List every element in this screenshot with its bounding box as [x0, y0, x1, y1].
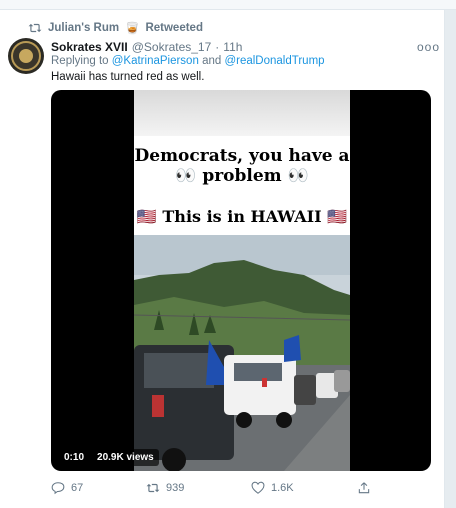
reply-button[interactable]: 67 [51, 481, 83, 495]
user-handle[interactable]: @Sokrates_17 [132, 40, 212, 54]
retweet-icon [28, 23, 42, 33]
video-scene-image [134, 235, 350, 471]
video-caption-panel: Democrats, you have a 👀 problem 👀 🇺🇸 Thi… [134, 90, 350, 235]
video-view-count: 20.9K views [92, 449, 159, 466]
video-duration: 0:10 [59, 449, 90, 466]
share-button[interactable] [357, 481, 371, 495]
video-caption-line2: 👀 problem 👀 [175, 166, 309, 186]
retweeter-name[interactable]: Julian's Rum [48, 22, 119, 34]
tweet-actions: 67 939 1.6K [51, 481, 431, 497]
video-top-band [134, 90, 350, 136]
retweet-context: Julian's Rum 🥃 Retweeted [28, 20, 203, 36]
retweet-count: 939 [166, 482, 185, 494]
avatar-seal-center [19, 49, 33, 63]
reply-count: 67 [71, 482, 84, 494]
heart-icon [251, 481, 265, 494]
retweeted-label: Retweeted [145, 22, 203, 34]
video-player[interactable]: Democrats, you have a 👀 problem 👀 🇺🇸 Thi… [51, 90, 431, 471]
tweet-header: Sokrates XVII @Sokrates_17 · 11h [51, 40, 242, 54]
reply-mention-katrinapierson[interactable]: @KatrinaPierson [112, 55, 199, 67]
display-name[interactable]: Sokrates XVII [51, 40, 128, 54]
tweet-card[interactable]: Julian's Rum 🥃 Retweeted Sokrates XVII @… [0, 10, 445, 508]
video-stats: 0:10 20.9K views [59, 449, 159, 466]
timeline-background: Julian's Rum 🥃 Retweeted Sokrates XVII @… [0, 0, 456, 508]
like-count: 1.6K [271, 482, 294, 494]
reply-and-label: and [202, 55, 222, 67]
avatar[interactable] [8, 38, 44, 74]
like-button[interactable]: 1.6K [251, 481, 294, 495]
share-icon [358, 482, 370, 494]
retweet-button[interactable]: 939 [146, 481, 184, 495]
video-caption-line1: Democrats, you have a [134, 146, 350, 166]
timestamp[interactable]: 11h [223, 40, 242, 54]
previous-tweet-edge [0, 0, 456, 10]
replying-to-label: Replying to [51, 55, 109, 67]
tweet-text: Hawaii has turned red as well. [51, 71, 205, 83]
replying-to: Replying to @KatrinaPierson and @realDon… [51, 55, 325, 67]
reply-mention-realdonaldtrump[interactable]: @realDonaldTrump [224, 55, 324, 67]
more-options-icon[interactable]: ooo [417, 40, 440, 54]
video-caption-line3: 🇺🇸 This is in HAWAII 🇺🇸 [136, 207, 348, 226]
video-frame[interactable]: Democrats, you have a 👀 problem 👀 🇺🇸 Thi… [134, 90, 350, 471]
reply-icon [51, 482, 65, 495]
drink-emoji: 🥃 [125, 23, 140, 35]
separator-dot: · [215, 40, 220, 54]
retweet-icon [146, 483, 160, 493]
